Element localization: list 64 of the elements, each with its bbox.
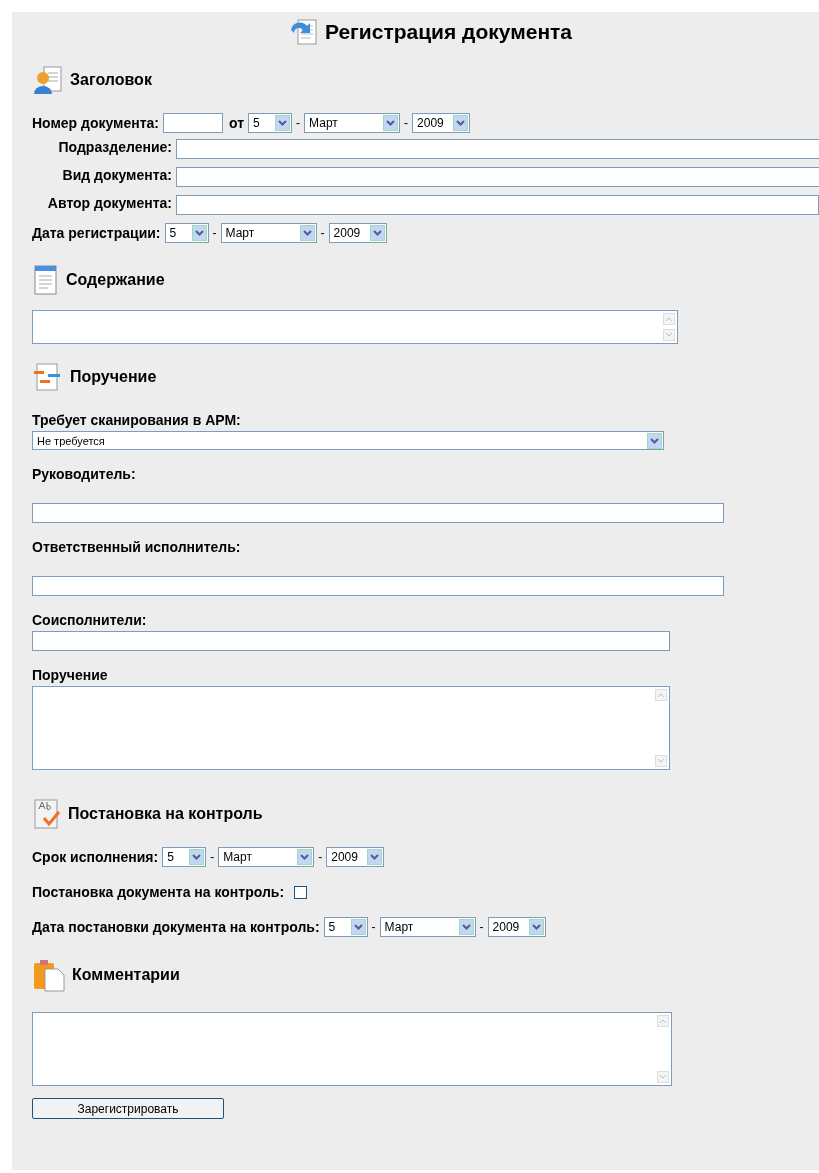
date-separator: - (210, 850, 215, 864)
dropdown[interactable]: Март (379, 917, 476, 937)
dropdown[interactable]: 2009 (412, 113, 471, 133)
dropdown[interactable]: Не требуется (32, 431, 664, 450)
scroll-up-icon (657, 1015, 669, 1027)
dropdown[interactable]: 5 (248, 113, 293, 133)
field-label: Вид документа: (61, 167, 172, 183)
text-area[interactable] (32, 1012, 672, 1086)
spellcheck-icon (32, 798, 62, 830)
dropdown[interactable]: Март (304, 113, 401, 133)
text-field[interactable] (32, 576, 724, 596)
scroll-down-icon (663, 329, 675, 341)
section-title: Постановка на контроль (68, 805, 263, 823)
scroll-down-icon (657, 1071, 669, 1083)
text-field[interactable] (32, 503, 724, 523)
field-label: Номер документа: (32, 115, 159, 131)
dropdown[interactable]: 5 (164, 223, 209, 243)
scroll-up-icon (663, 313, 675, 325)
field-label: Дата постановки документа на контроль: (32, 919, 320, 935)
clipboard-icon (32, 958, 66, 992)
date-separator: - (296, 116, 301, 130)
text-field[interactable] (176, 195, 819, 215)
field-label: Автор документа: (46, 195, 172, 211)
dropdown[interactable]: 5 (323, 917, 368, 937)
field-label: от (229, 115, 245, 131)
text-field[interactable] (32, 631, 670, 651)
field-label: Требует сканирования в АРМ: (32, 412, 242, 428)
document-icon (32, 264, 60, 296)
date-separator: - (212, 226, 217, 240)
date-separator: - (404, 116, 409, 130)
scroll-down-icon (655, 755, 667, 767)
text-area[interactable] (32, 310, 678, 344)
field-label: Соисполнители: (32, 612, 148, 628)
date-separator: - (318, 850, 323, 864)
section-title: Заголовок (70, 71, 152, 89)
section-title: Содержание (66, 271, 165, 289)
field-label: Дата регистрации: (32, 225, 161, 241)
field-label: Руководитель: (32, 466, 137, 482)
dropdown[interactable]: Март (220, 223, 317, 243)
field-label: Постановка документа на контроль: (32, 884, 285, 900)
text-field[interactable] (176, 167, 819, 187)
section-title: Комментарии (72, 966, 180, 984)
field-label: Срок исполнения: (32, 849, 159, 865)
dropdown[interactable]: 2009 (326, 847, 385, 867)
dropdown[interactable]: 2009 (328, 223, 387, 243)
text-field[interactable] (176, 139, 819, 159)
date-separator: - (371, 920, 376, 934)
date-separator: - (479, 920, 484, 934)
dropdown[interactable]: 5 (162, 847, 207, 867)
field-label: Ответственный исполнитель: (32, 539, 242, 555)
register-button[interactable]: Зарегистрировать (32, 1098, 224, 1119)
checkbox[interactable] (294, 885, 308, 899)
dropdown[interactable]: 2009 (487, 917, 546, 937)
section-title: Поручение (70, 368, 157, 386)
dropdown[interactable]: Март (218, 847, 315, 867)
page-title: Регистрация документа (324, 20, 573, 44)
document-number-field[interactable] (163, 113, 223, 133)
scroll-up-icon (655, 689, 667, 701)
field-label: Подразделение: (57, 139, 172, 155)
text-area[interactable] (32, 686, 670, 770)
date-separator: - (320, 226, 325, 240)
document-arrow-icon (288, 18, 319, 46)
user-document-icon (32, 64, 64, 96)
field-label: Поручение (32, 667, 109, 683)
